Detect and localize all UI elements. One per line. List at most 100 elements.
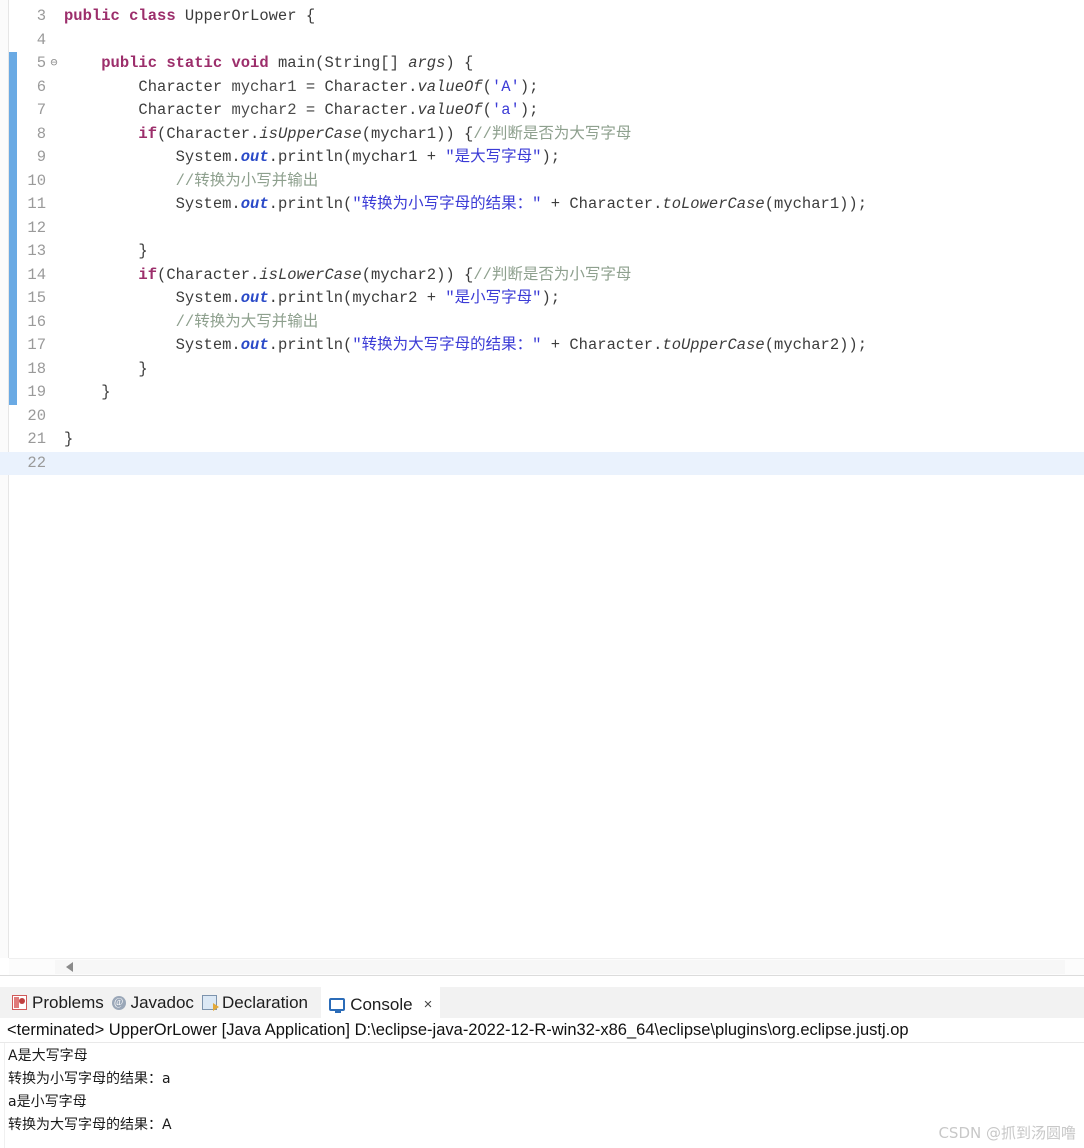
code-line[interactable]: 6 Character mychar1 = Character.valueOf(… [0,76,1084,100]
tab-console[interactable]: Console × [321,987,441,1020]
code-token-plain: .println( [268,195,353,213]
close-icon[interactable]: × [424,996,433,1013]
code-text: System.out.println(mychar1 + "是大写字母"); [60,146,560,170]
javadoc-icon: @ [111,995,126,1010]
code-text: Character mychar2 = Character.valueOf('a… [60,99,538,123]
code-text: if(Character.isUpperCase(mychar1)) {//判断… [60,123,631,147]
line-number: 9 [36,148,46,166]
code-token-statb: out [240,336,269,354]
bottom-view-panel: Problems @ Javadoc Declaration Console × <ter… [0,987,1084,1148]
scroll-left-arrow-icon[interactable] [66,962,73,972]
code-token-plain: + Character. [541,336,663,354]
code-token-kw: public class [64,7,185,25]
code-token-id: mychar2 [231,101,297,119]
code-token-id: mychar1 [231,77,297,96]
tab-problems[interactable]: Problems [4,987,112,1018]
line-number: 8 [36,124,46,143]
code-line[interactable]: 19 } [0,381,1084,405]
console-output-line: 转换为大写字母的结果：A [8,1117,172,1133]
code-token-str: 'A' [491,77,520,96]
code-token-plain: ( [482,77,492,96]
line-number: 11 [27,195,46,213]
code-token-plain: System. [64,289,241,307]
code-token-plain: ); [541,289,561,307]
code-line[interactable]: 16 //转换为大写并输出 [0,311,1084,335]
code-line[interactable]: 13 } [0,240,1084,264]
code-token-plain: System. [64,336,241,354]
code-line[interactable]: 4 [0,29,1084,53]
code-token-str: "是大写字母" [445,148,542,166]
code-token-plain: (mychar1)) { [361,124,474,143]
console-output-line: A是大写字母 [8,1048,88,1064]
code-line[interactable]: 5 ⊖ public static void main(String[] args… [0,52,1084,76]
view-tab-bar[interactable]: Problems @ Javadoc Declaration Console × [0,987,1084,1020]
code-token-str: "转换为大写字母的结果：" [352,336,542,354]
code-token-statb: out [240,195,269,213]
code-line[interactable]: 8 if(Character.isUpperCase(mychar1)) {//… [0,123,1084,147]
code-token-plain: } [64,242,148,260]
code-editor[interactable]: 23public class UpperOrLower {45⊖ public … [0,0,1084,990]
code-line[interactable]: 7 Character mychar2 = Character.valueOf(… [0,99,1084,123]
console-view[interactable]: <terminated> UpperOrLower [Java Applicat… [0,1018,1084,1148]
code-token-plain: .println( [268,336,353,354]
code-token-cmt: //转换为小写并输出 [175,171,319,190]
line-number: 12 [27,218,46,237]
code-token-kw: if [138,265,158,284]
code-line[interactable]: 9 System.out.println(mychar1 + "是大写字母"); [0,146,1084,170]
tab-label: Console [350,994,413,1014]
code-token-plain: (mychar2)) { [361,265,474,284]
code-line[interactable]: 21} [0,428,1084,452]
code-token-str: 'a' [491,101,520,119]
code-text: System.out.println("转换为大写字母的结果：" + Chara… [60,334,867,358]
line-number: 10 [27,171,46,190]
code-token-plain: main(String[] [277,54,409,72]
tab-declaration[interactable]: Declaration [194,987,316,1018]
line-number: 22 [27,453,46,472]
code-token-plain: ( [482,101,492,119]
code-line[interactable]: 22 [0,451,1084,475]
watermark: CSDN @抓到汤圆噜 [938,1124,1076,1142]
code-token-plain: .println(mychar2 + [268,289,446,307]
code-token-plain: = Character. [296,101,418,119]
code-line[interactable]: 11 System.out.println("转换为小写字母的结果：" + Ch… [0,193,1084,217]
code-line[interactable]: 17 System.out.println("转换为大写字母的结果：" + Ch… [0,334,1084,358]
code-line[interactable]: 15 System.out.println(mychar2 + "是小写字母")… [0,287,1084,311]
code-line[interactable]: 18 } [0,358,1084,382]
code-lines-container[interactable]: 23public class UpperOrLower {45⊖ public … [0,0,1084,958]
code-token-plain: ); [519,101,539,119]
problems-icon [12,995,27,1010]
line-number: 14 [27,265,46,284]
code-line[interactable]: 12 [0,217,1084,241]
code-token-plain: Character [64,77,232,96]
code-token-stat: args [408,54,446,72]
code-token-plain: System. [64,195,241,213]
editor-horizontal-scrollbar[interactable] [9,958,1084,975]
tab-label: Javadoc [130,992,194,1012]
code-line[interactable]: 20 [0,405,1084,429]
fold-collapse-icon[interactable]: ⊖ [48,52,60,76]
code-token-str: "转换为小写字母的结果：" [352,195,542,213]
code-token-stat: valueOf [417,77,483,96]
code-token-plain: System. [64,148,241,166]
code-token-plain: (mychar1)); [764,195,868,213]
line-number: 3 [36,7,46,25]
tab-label: Declaration [222,992,308,1012]
editor-scrollbar-thumb[interactable] [55,960,1065,974]
tab-javadoc[interactable]: @ Javadoc [104,987,202,1018]
declaration-icon [202,995,219,1011]
code-token-stat: toLowerCase [662,195,765,213]
line-number: 4 [36,30,46,49]
code-text: System.out.println(mychar2 + "是小写字母"); [60,287,560,311]
code-line[interactable]: 3 public class UpperOrLower { [0,5,1084,29]
code-token-plain: (Character. [157,265,260,284]
code-line[interactable]: 14 if(Character.isLowerCase(mychar2)) {/… [0,264,1084,288]
code-token-stat: isUpperCase [259,124,362,143]
code-text: } [60,428,73,452]
code-token-plain: .println(mychar1 + [268,148,446,166]
code-token-plain: Character [64,101,232,119]
code-line[interactable]: 10 //转换为小写并输出 [0,170,1084,194]
